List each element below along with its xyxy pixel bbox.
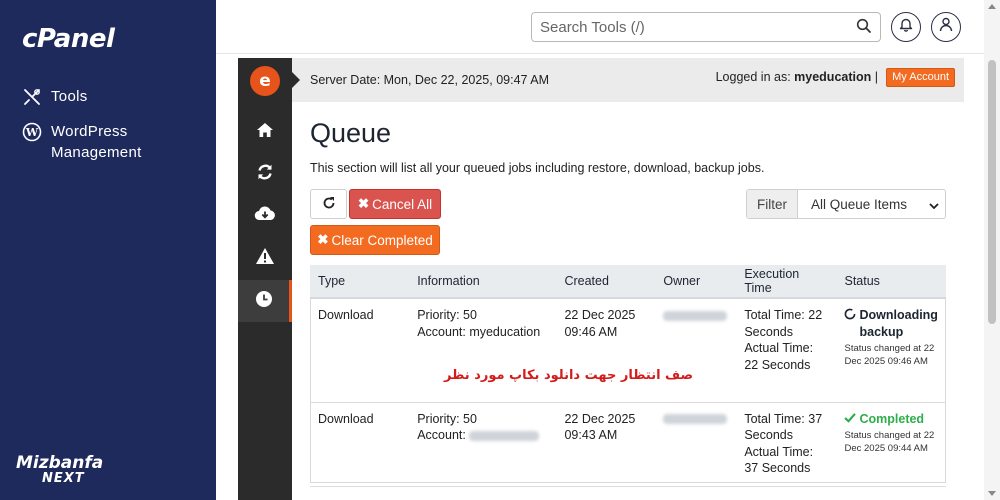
search-icon[interactable] bbox=[856, 18, 874, 36]
sidebar-item-tools[interactable]: Tools bbox=[22, 86, 212, 107]
sidebar-item-label: WordPress Management bbox=[51, 123, 142, 161]
notifications-button[interactable] bbox=[891, 12, 921, 42]
status-badge: Completed bbox=[844, 411, 938, 428]
column-header: Created bbox=[556, 265, 656, 299]
column-header: Type bbox=[310, 265, 410, 299]
column-header: Owner bbox=[655, 265, 737, 299]
scroll-thumb[interactable] bbox=[988, 60, 996, 324]
cpanel-sidebar: cPanel Tools W WordPress Management Mizb… bbox=[0, 0, 216, 500]
cloud-download-icon bbox=[254, 205, 276, 228]
cell-owner bbox=[655, 298, 737, 403]
column-header: Status bbox=[836, 265, 946, 299]
cancel-all-button[interactable]: ✖ Cancel All bbox=[349, 189, 441, 219]
redacted-owner bbox=[663, 414, 728, 425]
sidebar-item-label: Tools bbox=[51, 88, 88, 105]
page-description: This section will list all your queued j… bbox=[310, 161, 765, 175]
refresh-icon bbox=[322, 196, 336, 213]
cpanel-logo[interactable]: cPanel bbox=[22, 24, 115, 54]
username: myeducation bbox=[794, 70, 872, 84]
table-row: Download Priority: 50 Account: 22 Dec 20… bbox=[310, 402, 946, 487]
scroll-down-arrow[interactable] bbox=[988, 491, 996, 496]
cell-status: Completed Status changed at 22 Dec 2025 … bbox=[836, 402, 946, 487]
status-badge: Downloading backup bbox=[844, 307, 938, 340]
cell-execution-time: Total Time: 22 Seconds Actual Time: 22 S… bbox=[736, 298, 837, 403]
top-bar bbox=[216, 0, 1000, 54]
my-account-button[interactable]: My Account bbox=[886, 68, 955, 87]
column-header: Information bbox=[409, 265, 557, 299]
search-input[interactable] bbox=[532, 13, 850, 41]
plugin-sidebar: e bbox=[238, 58, 292, 500]
clear-completed-button[interactable]: ✖ Clear Completed bbox=[310, 225, 440, 255]
cell-execution-time: Total Time: 37 Seconds Actual Time: 37 S… bbox=[736, 402, 837, 487]
tools-icon bbox=[22, 87, 42, 107]
column-header: Execution Time bbox=[736, 265, 837, 299]
wordpress-icon: W bbox=[22, 122, 42, 142]
table-row: Download Priority: 50 Account: myeducati… bbox=[310, 298, 946, 403]
refresh-button[interactable] bbox=[310, 189, 347, 219]
filter-select[interactable]: All Queue Items bbox=[798, 190, 945, 218]
cell-created: 22 Dec 2025 09:43 AM bbox=[556, 402, 656, 487]
sidebar-item-wordpress[interactable]: W WordPress Management bbox=[22, 121, 212, 163]
close-icon: ✖ bbox=[317, 232, 329, 247]
user-icon bbox=[939, 17, 953, 37]
spinner-icon bbox=[844, 308, 856, 325]
close-icon: ✖ bbox=[357, 196, 370, 211]
bell-icon bbox=[899, 17, 913, 37]
cell-information: Priority: 50 Account: myeducation bbox=[409, 298, 557, 403]
clock-icon bbox=[255, 290, 273, 313]
page-scrollbar[interactable] bbox=[984, 0, 1000, 500]
status-note: Status changed at 22 Dec 2025 09:44 AM bbox=[844, 430, 935, 454]
cell-type: Download bbox=[310, 402, 410, 487]
scroll-up-arrow[interactable] bbox=[988, 4, 996, 9]
status-note: Status changed at 22 Dec 2025 09:46 AM bbox=[844, 343, 935, 367]
page-title: Queue bbox=[310, 118, 392, 148]
nav-download[interactable] bbox=[238, 195, 292, 237]
plugin-logo[interactable]: e bbox=[250, 66, 280, 96]
nav-alerts[interactable] bbox=[238, 237, 292, 279]
redacted-account bbox=[469, 430, 540, 441]
warning-icon bbox=[255, 247, 275, 270]
check-icon bbox=[844, 411, 857, 428]
nav-queue[interactable] bbox=[238, 280, 292, 322]
server-date: Server Date: Mon, Dec 22, 2025, 09:47 AM bbox=[310, 73, 550, 87]
svg-text:W: W bbox=[25, 126, 39, 139]
cell-created: 22 Dec 2025 09:46 AM bbox=[556, 298, 656, 403]
cell-owner bbox=[655, 402, 737, 487]
filter-label: Filter bbox=[747, 190, 798, 218]
annotation-text: صف انتظار جهت دانلود بکاپ مورد نظر bbox=[444, 368, 694, 383]
home-icon bbox=[255, 121, 275, 144]
refresh-icon bbox=[256, 163, 274, 186]
cell-type: Download bbox=[310, 298, 410, 403]
logged-in-info: Logged in as: myeducation | bbox=[715, 70, 878, 84]
server-info-bar: Server Date: Mon, Dec 22, 2025, 09:47 AM… bbox=[292, 58, 964, 102]
cell-information: Priority: 50 Account: bbox=[409, 402, 557, 487]
nav-home[interactable] bbox=[238, 111, 292, 153]
filter-group: Filter All Queue Items bbox=[746, 189, 946, 219]
user-menu-button[interactable] bbox=[931, 12, 961, 42]
cpanel-nav: Tools W WordPress Management bbox=[22, 86, 212, 177]
nav-restore[interactable] bbox=[238, 153, 292, 195]
table-header-row: Type Information Created Owner Execution… bbox=[310, 265, 946, 299]
redacted-owner bbox=[663, 310, 728, 321]
search-box bbox=[531, 12, 881, 42]
brand-logo: Mizbanfa NEXT bbox=[16, 453, 104, 487]
chevron-down-icon bbox=[929, 199, 939, 210]
cell-status: Downloading backup Status changed at 22 … bbox=[836, 298, 946, 403]
